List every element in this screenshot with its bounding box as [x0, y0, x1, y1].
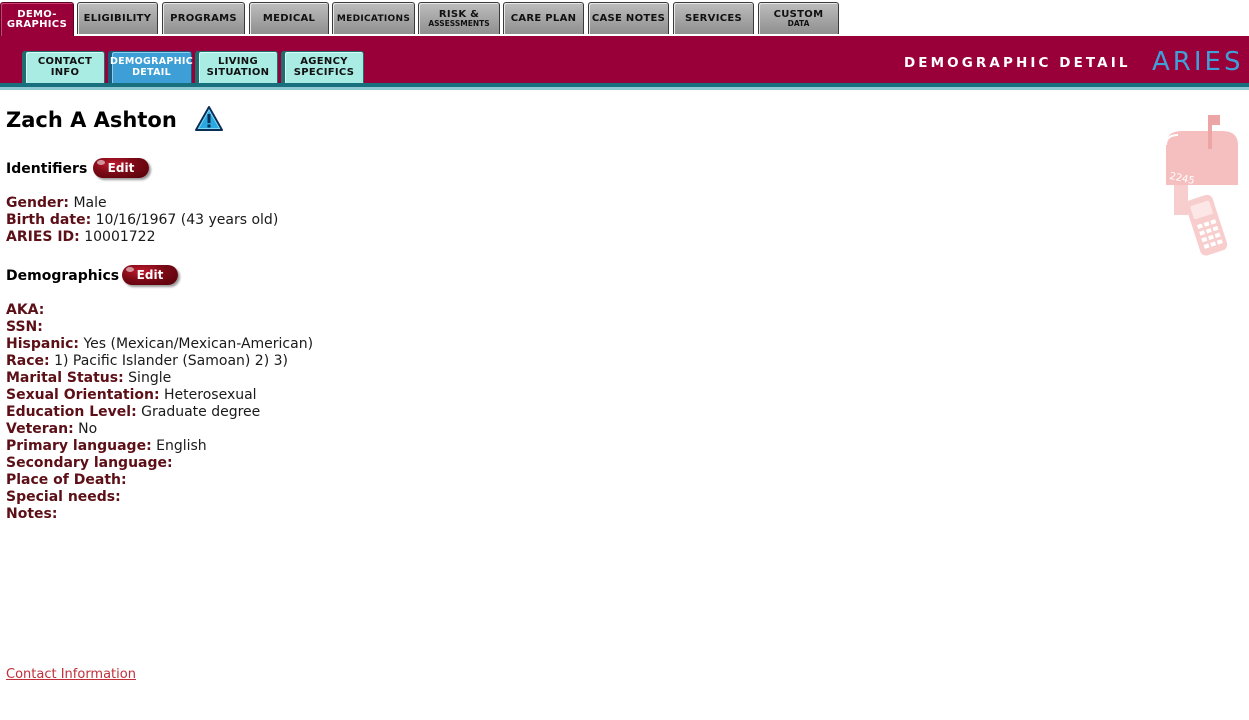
subtab-living-situation[interactable]: LIVING SITUATION: [198, 51, 278, 83]
subtab-demographic-detail[interactable]: DEMOGRAPHIC DETAIL: [109, 51, 194, 83]
tab-medications[interactable]: MEDICATIONS: [332, 2, 415, 34]
tab-risk-line2: ASSESSMENTS: [428, 18, 490, 28]
field-veteran: Veteran: No: [6, 421, 97, 438]
identifiers-heading: Identifiers: [6, 161, 88, 177]
tab-eligibility-label: ELIGIBILITY: [83, 13, 152, 24]
subtab-contact-line1: CONTACT: [37, 56, 93, 67]
field-ssn: SSN:: [6, 319, 43, 336]
field-label: Notes:: [6, 506, 58, 522]
field-aries-id: ARIES ID: 10001722: [6, 229, 156, 246]
subtab-agency-specifics[interactable]: AGENCY SPECIFICS: [284, 51, 364, 83]
demographics-heading: Demographics: [6, 268, 120, 284]
tab-case-notes-label: CASE NOTES: [591, 13, 666, 24]
tab-programs[interactable]: PROGRAMS: [162, 2, 245, 34]
tab-services[interactable]: SERVICES: [673, 2, 754, 34]
subtab-agency-line2: SPECIFICS: [293, 66, 355, 78]
field-label: Sexual Orientation:: [6, 387, 160, 403]
field-secondary-language: Secondary language:: [6, 455, 173, 472]
subtab-demographic-line2: DETAIL: [132, 66, 171, 78]
field-label: Place of Death:: [6, 472, 127, 488]
tab-demographics[interactable]: DEMO- GRAPHICS: [0, 2, 74, 37]
tab-care-plan[interactable]: CARE PLAN: [503, 2, 584, 34]
field-aka: AKA:: [6, 302, 44, 319]
field-birth-date: Birth date: 10/16/1967 (43 years old): [6, 212, 278, 229]
field-education-level: Education Level: Graduate degree: [6, 404, 260, 421]
client-name: Zach A Ashton: [6, 108, 177, 132]
field-label: SSN:: [6, 319, 43, 335]
field-value: 10001722: [84, 229, 156, 245]
field-label: Secondary language:: [6, 455, 173, 471]
field-label: Education Level:: [6, 404, 137, 420]
field-value: English: [156, 438, 207, 454]
subtab-agency-line1: AGENCY: [300, 56, 348, 67]
demographics-edit-button[interactable]: Edit: [122, 265, 178, 285]
field-label: Gender:: [6, 195, 69, 211]
main-tab-strip: DEMO- GRAPHICS ELIGIBILITY PROGRAMS MEDI…: [0, 0, 1249, 37]
field-sexual-orientation: Sexual Orientation: Heterosexual: [6, 387, 257, 404]
field-label: Birth date:: [6, 212, 92, 228]
subtab-demographic-line1: DEMOGRAPHIC: [109, 56, 194, 67]
field-label: Special needs:: [6, 489, 121, 505]
tab-custom-line2: DATA: [787, 18, 810, 28]
field-label: Hispanic:: [6, 336, 79, 352]
tab-risk-assessments[interactable]: RISK & ASSESSMENTS: [418, 2, 500, 34]
subtab-contact-info[interactable]: CONTACT INFO: [25, 51, 105, 83]
brand-logo: ARIES: [1152, 47, 1244, 77]
field-value: Heterosexual: [164, 387, 257, 403]
field-value: Male: [73, 195, 107, 211]
tab-case-notes[interactable]: CASE NOTES: [588, 2, 669, 34]
tab-eligibility[interactable]: ELIGIBILITY: [77, 2, 158, 34]
tab-custom-line1: CUSTOM: [773, 8, 824, 20]
subtab-living-line1: LIVING: [218, 56, 258, 67]
tab-care-plan-label: CARE PLAN: [510, 13, 577, 24]
field-gender: Gender: Male: [6, 195, 107, 212]
mailbox-phone-icon: 2245: [1165, 115, 1238, 256]
field-label: Marital Status:: [6, 370, 124, 386]
field-place-of-death: Place of Death:: [6, 472, 127, 489]
field-value: Single: [128, 370, 172, 386]
tab-medical[interactable]: MEDICAL: [249, 2, 329, 34]
tab-medical-label: MEDICAL: [262, 13, 316, 24]
tab-demographics-line2: GRAPHICS: [6, 19, 68, 30]
field-special-needs: Special needs:: [6, 489, 121, 506]
tab-custom-data[interactable]: CUSTOM DATA: [758, 2, 839, 34]
header-divider-light: [0, 87, 1249, 90]
field-marital-status: Marital Status: Single: [6, 370, 171, 387]
field-value: Yes (Mexican/Mexican-American): [83, 336, 314, 352]
field-value: Graduate degree: [141, 404, 261, 420]
field-value: 1) Pacific Islander (Samoan) 2) 3): [54, 353, 288, 369]
tab-programs-label: PROGRAMS: [170, 13, 237, 24]
field-label: Veteran:: [6, 421, 74, 437]
field-label: AKA:: [6, 302, 45, 318]
warning-triangle-icon[interactable]: [194, 105, 224, 133]
field-hispanic: Hispanic: Yes (Mexican/Mexican-American): [6, 336, 313, 353]
field-primary-language: Primary language: English: [6, 438, 207, 455]
field-label: Primary language:: [6, 438, 152, 454]
tab-services-label: SERVICES: [685, 13, 742, 24]
field-label: ARIES ID:: [6, 229, 80, 245]
identifiers-edit-button[interactable]: Edit: [93, 158, 149, 178]
subtab-living-line2: SITUATION: [206, 66, 270, 78]
field-label: Race:: [6, 353, 50, 369]
field-race: Race: 1) Pacific Islander (Samoan) 2) 3): [6, 353, 288, 370]
field-value: 10/16/1967 (43 years old): [95, 212, 279, 228]
page-title: DEMOGRAPHIC DETAIL: [904, 55, 1131, 71]
field-notes: Notes:: [6, 506, 57, 523]
subtab-contact-line2: INFO: [50, 66, 80, 78]
tab-medications-label: MEDICATIONS: [336, 13, 411, 24]
field-value: No: [78, 421, 98, 437]
tab-risk-line1: RISK &: [438, 8, 480, 20]
contact-information-link[interactable]: Contact Information: [6, 667, 136, 682]
